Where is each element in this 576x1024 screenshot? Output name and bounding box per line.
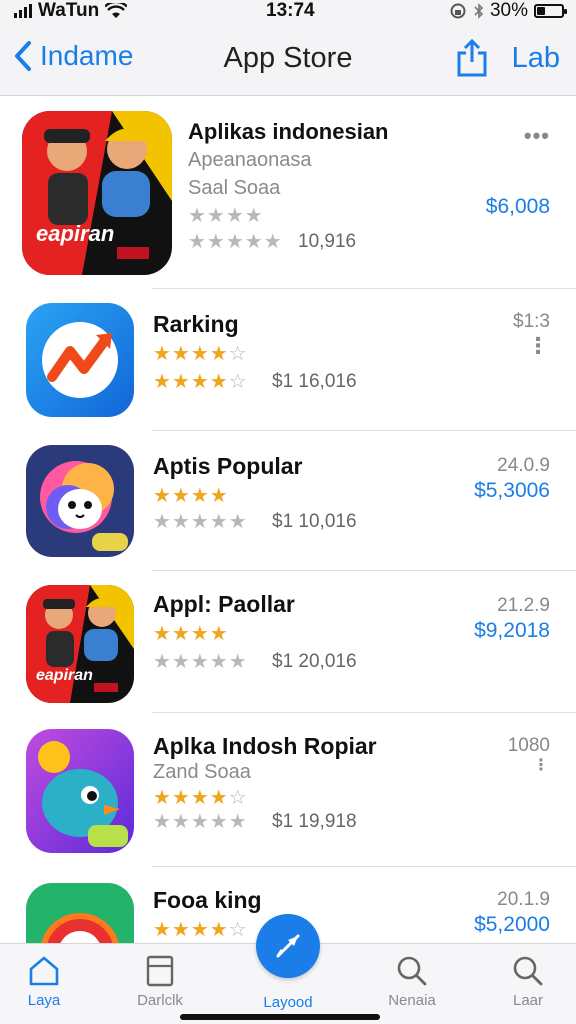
list-item[interactable]: Aplka Indosh Ropiar Zand Soaa ★★★★☆ ★★★★… xyxy=(0,713,576,867)
tab-home[interactable]: Laya xyxy=(0,954,94,1009)
star-rating-2: ★★★★★ xyxy=(153,811,248,833)
app-version: 21.2.9 xyxy=(497,595,550,616)
tab-label: Laya xyxy=(27,992,61,1009)
navigation-bar: Indame App Store Lab xyxy=(0,24,576,96)
star-rating: ★★★★☆ xyxy=(153,787,248,809)
app-subtitle: Apeanaonasa xyxy=(188,149,312,171)
battery-icon xyxy=(534,4,567,18)
more-icon[interactable]: ⋮ xyxy=(533,755,550,775)
tab-label: Darlclk xyxy=(137,992,183,1009)
rating-count: 10,916 xyxy=(298,231,357,252)
status-bar: WaTun 13:74 30% xyxy=(0,0,576,24)
lock-rotation-icon xyxy=(450,3,466,19)
comic-heroes-icon: eapiran xyxy=(26,585,134,703)
svg-text:eapiran: eapiran xyxy=(36,667,93,684)
more-icon[interactable]: ••• xyxy=(524,123,550,149)
price-label[interactable]: $5,3006 xyxy=(474,479,550,503)
tab-bar: Laya Darlclk Layood Nenaia Laar xyxy=(0,914,576,1024)
signal-icon xyxy=(14,4,32,18)
list-item[interactable]: eapiran Appl: Paollar ★★★★ ★★★★★ $1 20,0… xyxy=(0,571,576,713)
app-title: Aplka Indosh Ropiar xyxy=(153,733,377,759)
page-title: App Store xyxy=(223,42,353,74)
share-button[interactable] xyxy=(456,38,488,83)
app-title: Aplikas indonesian xyxy=(188,119,389,144)
share-icon xyxy=(457,38,487,77)
battery-percent: 30% xyxy=(489,0,528,21)
chart-arrow-icon xyxy=(26,303,134,417)
tab-label: Nenaia xyxy=(388,992,436,1009)
comic-heroes-icon: eapiran xyxy=(22,111,172,275)
price-label[interactable]: $6,008 xyxy=(486,195,550,219)
star-rating: ★★★★ xyxy=(153,485,229,507)
blue-bird-icon xyxy=(26,729,134,853)
home-indicator[interactable] xyxy=(180,1014,380,1020)
home-icon xyxy=(29,956,59,986)
app-version: 24.0.9 xyxy=(497,455,550,476)
star-rating-2: ★★★★★ xyxy=(188,231,283,253)
rating-count: $1 19,918 xyxy=(272,811,357,832)
star-rating-2: ★★★★☆ xyxy=(153,371,248,393)
tab-label: Laar xyxy=(512,992,544,1009)
ring-icon xyxy=(26,883,134,943)
browse-icon xyxy=(146,955,174,987)
app-version: 1080 xyxy=(507,735,550,756)
search-icon xyxy=(397,956,427,986)
star-rating: ★★★★ xyxy=(153,623,229,645)
cute-monster-icon xyxy=(26,445,134,557)
list-item[interactable]: eapiran Aplikas indonesian Apeanaonasa S… xyxy=(0,97,576,289)
compass-button[interactable] xyxy=(256,914,320,978)
price-label[interactable]: $5,2000 xyxy=(474,913,550,937)
app-meta: $1:3 xyxy=(513,311,550,332)
star-rating: ★★★★☆ xyxy=(153,919,248,941)
price-label[interactable]: $9,2018 xyxy=(474,619,550,643)
rating-count: $1 10,016 xyxy=(272,511,357,532)
search-icon xyxy=(513,956,543,986)
star-rating: ★★★★☆ xyxy=(153,343,248,365)
list-item[interactable]: Aptis Popular ★★★★ ★★★★★ $1 10,016 24.0.… xyxy=(0,431,576,571)
app-subtitle-2: Saal Soaa xyxy=(188,177,281,199)
compass-icon xyxy=(276,934,300,958)
app-version: 20.1.9 xyxy=(497,889,550,910)
tab-label-center[interactable]: Layood xyxy=(238,994,338,1011)
wifi-icon xyxy=(105,3,128,18)
list-item[interactable]: Rarking ★★★★☆ ★★★★☆ $1 16,016 $1:3 ⋮ xyxy=(0,289,576,431)
more-icon[interactable]: ⋮ xyxy=(527,333,550,359)
tab-browse[interactable]: Darlclk xyxy=(110,954,210,1009)
tab-search[interactable]: Nenaia xyxy=(362,954,462,1009)
app-subtitle: Zand Soaa xyxy=(153,761,251,783)
app-title: Rarking xyxy=(153,311,239,337)
rating-count: $1 16,016 xyxy=(272,371,357,392)
status-right: 30% xyxy=(450,0,567,22)
svg-text:eapiran: eapiran xyxy=(36,221,114,246)
clock: 13:74 xyxy=(266,0,315,21)
app-list: eapiran Aplikas indonesian Apeanaonasa S… xyxy=(0,97,576,943)
app-title: Fooa king xyxy=(153,887,262,913)
rating-count: $1 20,016 xyxy=(272,651,357,672)
app-title: Appl: Paollar xyxy=(153,591,295,617)
carrier-group: WaTun xyxy=(14,0,128,22)
app-title: Aptis Popular xyxy=(153,453,303,479)
nav-right-link[interactable]: Lab xyxy=(512,42,560,75)
tab-search-2[interactable]: Laar xyxy=(478,954,576,1009)
star-rating: ★★★★ xyxy=(188,205,264,227)
bluetooth-icon xyxy=(474,3,484,19)
star-rating-2: ★★★★★ xyxy=(153,511,248,533)
star-rating-2: ★★★★★ xyxy=(153,651,248,673)
carrier-name: WaTun xyxy=(38,0,100,21)
